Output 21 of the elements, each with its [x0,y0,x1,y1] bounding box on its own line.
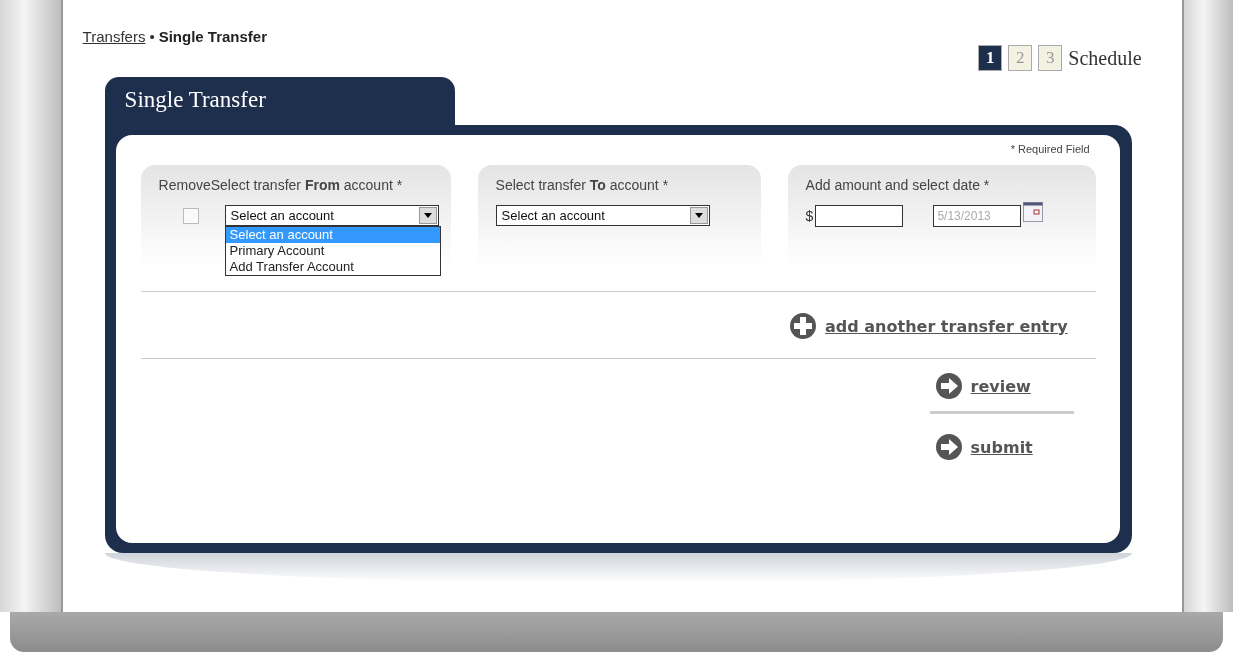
date-field[interactable]: 5/13/2013 [933,205,1022,227]
add-entry-link[interactable]: add another transfer entry [789,312,1068,340]
step-indicator: 3 [1038,45,1063,71]
required-note: * Required Field [1010,143,1090,155]
breadcrumb-current: Single Transfer [158,28,268,45]
calendar-icon[interactable] [1023,202,1044,222]
amount-field[interactable] [815,205,904,227]
step-indicator: 2 [1008,45,1033,71]
remove-checkbox[interactable] [182,207,199,224]
action-link[interactable]: review [934,372,1031,400]
plus-icon [789,312,818,340]
currency-sign: $ [805,208,814,224]
breadcrumb-separator: • [149,28,155,45]
steps-caption: Schedule [1068,46,1142,70]
action-link[interactable]: submit [934,433,1033,461]
account-select[interactable]: Select an account [495,205,710,226]
field-label: RemoveSelect transfer From account * [158,177,404,193]
step-indicator: 1 [978,45,1003,71]
field-label: Select transfer To account * [495,177,670,193]
field-label: Add amount and select date * [805,177,991,193]
breadcrumb-link[interactable]: Transfers [82,28,146,45]
